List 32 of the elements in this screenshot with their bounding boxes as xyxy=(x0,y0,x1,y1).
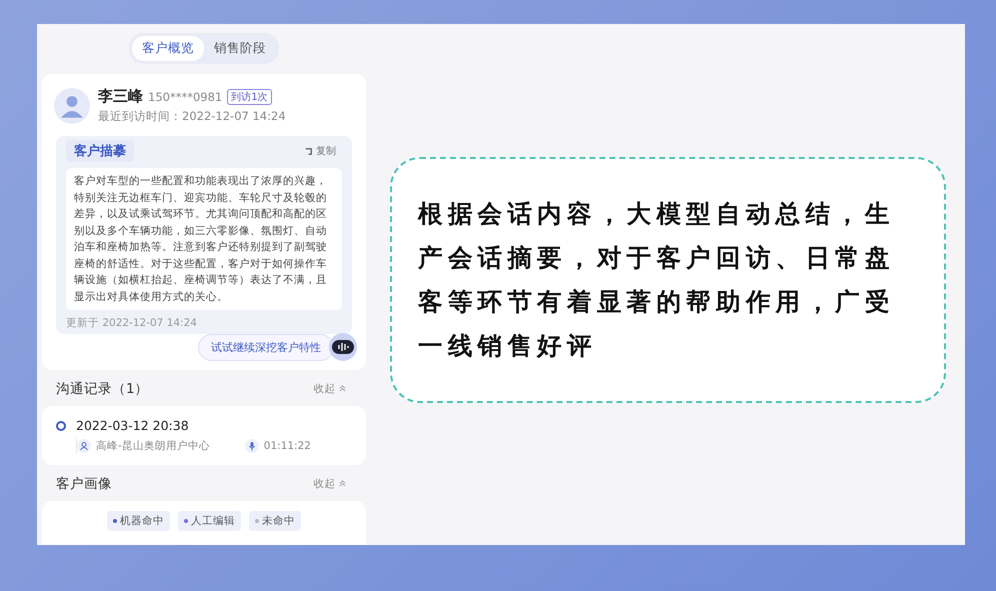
section-title: 客户画像 xyxy=(56,475,112,493)
record-card[interactable]: 2022-03-12 20:38 高峰-昆山奥朗用户中心 01:11:22 xyxy=(42,406,366,465)
record-duration: 01:11:22 xyxy=(264,440,311,452)
phone-number: 150****0981 xyxy=(148,90,222,104)
tab[interactable]: 客户概览 xyxy=(132,36,204,61)
legend-tag: 未命中 xyxy=(249,511,301,531)
collapse-button[interactable]: 收起 xyxy=(308,381,352,397)
chevron-up-icon xyxy=(339,385,346,392)
last-visit-label: 最近到访时间： xyxy=(98,109,182,124)
section-title: 客户描摹 xyxy=(66,140,134,162)
avatar-icon xyxy=(54,88,90,124)
copy-icon xyxy=(304,146,313,156)
copy-button[interactable]: 复制 xyxy=(298,143,342,159)
record-time: 2022-03-12 20:38 xyxy=(76,418,189,433)
tab[interactable]: 销售阶段 xyxy=(204,36,276,61)
person-icon xyxy=(77,439,91,453)
updated-time: 更新于 2022-12-07 14:24 xyxy=(66,316,198,330)
visit-badge: 到访1次 xyxy=(227,88,272,104)
chevron-up-icon xyxy=(339,480,346,487)
voice-bot-icon[interactable] xyxy=(328,332,358,362)
timeline-dot xyxy=(56,420,66,430)
record-person: 高峰-昆山奥朗用户中心 xyxy=(96,439,210,453)
portrait-text: 客户对车型的一些配置和功能表现出了浓厚的兴趣，特别关注无边框车门、迎宾功能、车轮尺寸及轮毂的差异，以及试乘试驾环节。尤其询问顶配和高配的区别以及多个车辆功能，如三六零影像、氛围灯、自动泊车和座椅加热等。注意到客户还特别提到了副驾驶座椅的舒适性。对于这些配置，客户对于如何操作车辆设施（如横杠抬起、座椅调节等）表达了不满，且显示出对具体使用方式的关心。 xyxy=(66,168,342,310)
callout-text: 根据会话内容，大模型自动总结，生产会话摘要，对于客户回访、日常盘客等环节有着显著的帮助作用，广受一线销售好评 xyxy=(418,198,896,362)
legend-tag: 人工编辑 xyxy=(178,511,241,531)
assistant-prompt[interactable]: 试试继续深挖客户特性 xyxy=(198,334,334,360)
legend-tag: 机器命中 xyxy=(107,511,170,531)
microphone-icon xyxy=(244,439,259,453)
collapse-button[interactable]: 收起 xyxy=(308,476,352,492)
section-title: 沟通记录（1） xyxy=(56,380,149,398)
customer-name: 李三峰 xyxy=(98,87,143,106)
last-visit-time: 2022-12-07 14:24 xyxy=(182,109,286,124)
